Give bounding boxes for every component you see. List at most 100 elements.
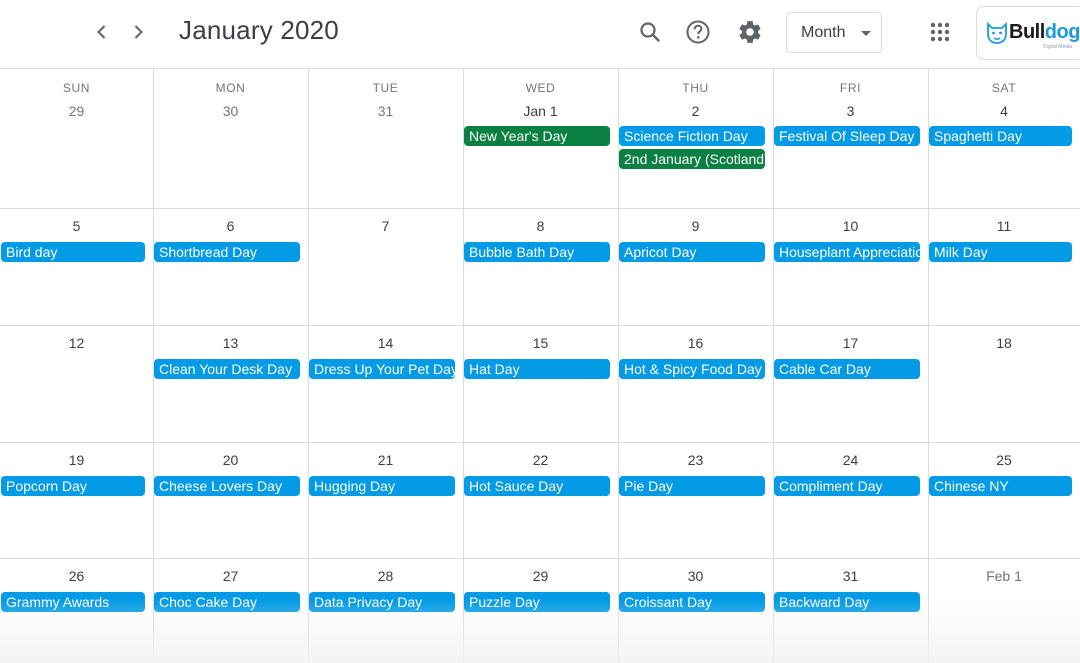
settings-button[interactable] <box>732 14 768 50</box>
day-number[interactable]: 8 <box>464 218 618 234</box>
day-cell[interactable]: 26 Grammy Awards <box>0 558 153 663</box>
day-cell[interactable]: 31 Backward Day <box>773 558 928 663</box>
event-chip[interactable]: Milk Day <box>929 242 1072 262</box>
day-number[interactable]: 15 <box>464 335 618 351</box>
day-number[interactable]: 10 <box>774 218 928 234</box>
event-chip[interactable]: Cheese Lovers Day <box>154 476 300 496</box>
day-cell[interactable]: 15 Hat Day <box>463 325 618 442</box>
day-cell[interactable]: 21 Hugging Day <box>308 442 463 558</box>
help-button[interactable] <box>680 14 716 50</box>
day-cell[interactable]: 30 <box>153 69 308 208</box>
day-number[interactable]: 4 <box>927 103 1080 119</box>
day-number[interactable]: 25 <box>927 452 1080 468</box>
day-number[interactable]: 22 <box>464 452 618 468</box>
day-cell[interactable]: 24 Compliment Day <box>773 442 928 558</box>
day-number[interactable]: Jan 1 <box>464 103 618 119</box>
day-cell[interactable]: 23 Pie Day <box>618 442 773 558</box>
day-cell[interactable]: 17 Cable Car Day <box>773 325 928 442</box>
day-number[interactable]: 31 <box>309 103 463 119</box>
day-number[interactable]: 30 <box>154 103 308 119</box>
event-chip[interactable]: Hugging Day <box>309 476 455 496</box>
day-cell[interactable]: 22 Hot Sauce Day <box>463 442 618 558</box>
day-number[interactable]: 3 <box>774 103 928 119</box>
day-number[interactable]: 19 <box>0 452 154 468</box>
view-switcher-dropdown[interactable]: Month <box>786 12 882 53</box>
event-chip[interactable]: Shortbread Day <box>154 242 300 262</box>
event-chip[interactable]: Croissant Day <box>619 592 765 612</box>
previous-month-button[interactable] <box>84 14 120 50</box>
event-chip[interactable]: Festival Of Sleep Day <box>774 126 920 146</box>
day-cell[interactable]: 28 Data Privacy Day <box>308 558 463 663</box>
day-number[interactable]: 16 <box>619 335 773 351</box>
day-cell[interactable]: 11 Milk Day <box>928 208 1080 325</box>
day-number[interactable]: 7 <box>309 218 463 234</box>
day-number[interactable]: 9 <box>619 218 773 234</box>
event-chip[interactable]: Chinese NY <box>929 476 1072 496</box>
event-chip[interactable]: Bird day <box>1 242 145 262</box>
day-cell[interactable]: 8 Bubble Bath Day <box>463 208 618 325</box>
day-cell[interactable]: 27 Choc Cake Day <box>153 558 308 663</box>
day-number[interactable]: 26 <box>0 568 154 584</box>
day-cell[interactable]: 7 <box>308 208 463 325</box>
day-cell[interactable]: 20 Cheese Lovers Day <box>153 442 308 558</box>
search-button[interactable] <box>632 14 668 50</box>
event-chip[interactable]: Data Privacy Day <box>309 592 455 612</box>
day-number[interactable]: 23 <box>619 452 773 468</box>
day-cell[interactable]: 31 <box>308 69 463 208</box>
event-chip[interactable]: Popcorn Day <box>1 476 145 496</box>
event-chip[interactable]: Backward Day <box>774 592 920 612</box>
day-cell[interactable]: 4 Spaghetti Day <box>928 69 1080 208</box>
event-chip[interactable]: Houseplant Appreciation Day <box>774 242 920 262</box>
event-chip[interactable]: Puzzle Day <box>464 592 610 612</box>
event-chip[interactable]: 2nd January (Scotland) <box>619 149 765 169</box>
day-cell[interactable]: 19 Popcorn Day <box>0 442 153 558</box>
day-cell[interactable]: 18 <box>928 325 1080 442</box>
day-cell[interactable]: 12 <box>0 325 153 442</box>
day-cell[interactable]: Feb 1 <box>928 558 1080 663</box>
day-cell[interactable]: 13 Clean Your Desk Day <box>153 325 308 442</box>
day-number[interactable]: 21 <box>309 452 463 468</box>
day-cell[interactable]: 30 Croissant Day <box>618 558 773 663</box>
event-chip[interactable]: Compliment Day <box>774 476 920 496</box>
day-number[interactable]: 31 <box>774 568 928 584</box>
day-number[interactable]: 28 <box>309 568 463 584</box>
day-cell[interactable]: 10 Houseplant Appreciation Day <box>773 208 928 325</box>
day-number[interactable]: 30 <box>619 568 773 584</box>
next-month-button[interactable] <box>120 14 156 50</box>
event-chip[interactable]: Pie Day <box>619 476 765 496</box>
day-number[interactable]: 2 <box>619 103 773 119</box>
day-cell[interactable]: 9 Apricot Day <box>618 208 773 325</box>
day-number[interactable]: 29 <box>0 103 154 119</box>
day-cell[interactable]: 6 Shortbread Day <box>153 208 308 325</box>
day-number[interactable]: 11 <box>927 218 1080 234</box>
day-cell[interactable]: 3 Festival Of Sleep Day <box>773 69 928 208</box>
event-chip[interactable]: Hot Sauce Day <box>464 476 610 496</box>
day-number[interactable]: 6 <box>154 218 308 234</box>
event-chip[interactable]: Hot & Spicy Food Day <box>619 359 765 379</box>
day-number[interactable]: 24 <box>774 452 928 468</box>
event-chip[interactable]: Hat Day <box>464 359 610 379</box>
event-chip[interactable]: Cable Car Day <box>774 359 920 379</box>
day-number[interactable]: 13 <box>154 335 308 351</box>
day-cell[interactable]: 25 Chinese NY <box>928 442 1080 558</box>
event-chip[interactable]: Dress Up Your Pet Day <box>309 359 455 379</box>
apps-button[interactable] <box>922 14 958 50</box>
event-chip[interactable]: Apricot Day <box>619 242 765 262</box>
day-number[interactable]: 14 <box>309 335 463 351</box>
day-number[interactable]: 29 <box>464 568 618 584</box>
day-cell[interactable]: 29 Puzzle Day <box>463 558 618 663</box>
event-chip[interactable]: Science Fiction Day <box>619 126 765 146</box>
day-number[interactable]: 27 <box>154 568 308 584</box>
day-cell[interactable]: 29 <box>0 69 153 208</box>
day-number[interactable]: 20 <box>154 452 308 468</box>
event-chip[interactable]: Spaghetti Day <box>929 126 1072 146</box>
event-chip[interactable]: Choc Cake Day <box>154 592 300 612</box>
event-chip[interactable]: New Year's Day <box>464 126 610 146</box>
day-number[interactable]: 5 <box>0 218 154 234</box>
day-number[interactable]: 17 <box>774 335 928 351</box>
day-cell[interactable]: 2 Science Fiction Day 2nd January (Scotlan… <box>618 69 773 208</box>
day-number[interactable]: 18 <box>927 335 1080 351</box>
event-chip[interactable]: Clean Your Desk Day <box>154 359 300 379</box>
event-chip[interactable]: Bubble Bath Day <box>464 242 610 262</box>
day-cell[interactable]: 16 Hot & Spicy Food Day <box>618 325 773 442</box>
